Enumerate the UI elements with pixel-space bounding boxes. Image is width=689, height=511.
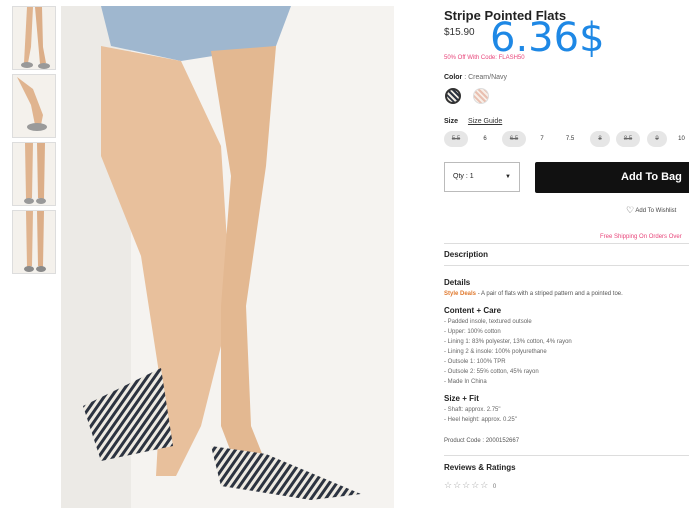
- thumbnail-1[interactable]: [12, 6, 56, 70]
- product-code: Product Code : 2000152667: [444, 438, 520, 444]
- color-label-row: Color : Cream/Navy: [444, 74, 508, 81]
- cream-navy-stripe-swatch[interactable]: [445, 88, 461, 104]
- list-item: - Upper: 100% cotton: [444, 329, 501, 335]
- star-icons: ☆☆☆☆☆: [444, 480, 490, 490]
- thumbnail-4[interactable]: [12, 210, 56, 274]
- cream-pink-stripe-swatch[interactable]: [473, 88, 489, 104]
- size-option[interactable]: 10: [674, 131, 689, 147]
- size-label-row: Size Size Guide: [444, 118, 502, 125]
- thumbnail-3[interactable]: [12, 142, 56, 206]
- description-heading[interactable]: Description: [444, 250, 488, 259]
- size-option[interactable]: 6: [474, 131, 496, 147]
- promo-text: 50% Off With Code: FLASH50: [444, 55, 525, 61]
- chevron-down-icon: ▼: [505, 174, 511, 180]
- shipping-note: Free Shipping On Orders Over: [600, 234, 682, 240]
- list-item: - Lining 2 & insole: 100% polyurethane: [444, 349, 547, 355]
- heart-icon: ♡: [626, 205, 635, 215]
- thumbnail-strip: [12, 6, 56, 278]
- product-price: $15.90: [444, 27, 475, 38]
- style-deals-label[interactable]: Style Deals: [444, 291, 476, 297]
- content-care-list: - Padded insole, textured outsole - Uppe…: [444, 317, 572, 387]
- divider: [444, 455, 689, 456]
- rating-stars[interactable]: ☆☆☆☆☆ 0: [444, 480, 497, 491]
- size-label: Size: [444, 118, 459, 125]
- list-item: - Heel height: approx. 0.25": [444, 417, 517, 423]
- list-item: - Made In China: [444, 379, 487, 385]
- size-option[interactable]: 5.5: [444, 131, 468, 147]
- details-text-row: Style Deals - A pair of flats with a str…: [444, 289, 623, 299]
- details-heading: Details: [444, 278, 471, 287]
- divider: [444, 243, 689, 244]
- list-item: - Outsole 2: 55% cotton, 45% rayon: [444, 369, 539, 375]
- size-option[interactable]: 7: [532, 131, 552, 147]
- product-info-panel: Stripe Pointed Flats $15.90 50% Off With…: [444, 0, 689, 511]
- size-option[interactable]: 7.5: [558, 131, 582, 147]
- size-option[interactable]: 8: [590, 131, 610, 147]
- wishlist-link[interactable]: ♡ Add To Wishlist: [626, 205, 676, 216]
- thumbnail-2[interactable]: [12, 74, 56, 138]
- size-option[interactable]: 8.5: [616, 131, 640, 147]
- quantity-select[interactable]: Qty : 1 ▼: [444, 162, 520, 192]
- wishlist-label: Add To Wishlist: [635, 208, 677, 214]
- product-title: Stripe Pointed Flats: [444, 8, 567, 23]
- reviews-heading[interactable]: Reviews & Ratings: [444, 463, 516, 472]
- quantity-value: Qty : 1: [453, 173, 474, 180]
- list-item: - Outsole 1: 100% TPR: [444, 359, 506, 365]
- size-option[interactable]: 9: [647, 131, 667, 147]
- list-item: - Lining 1: 83% polyester, 13% cotton, 4…: [444, 339, 572, 345]
- size-guide-link[interactable]: Size Guide: [468, 118, 502, 125]
- list-item: - Shaft: approx. 2.75": [444, 407, 501, 413]
- color-value: Cream/Navy: [468, 74, 508, 81]
- color-label: Color: [444, 74, 463, 81]
- content-care-heading: Content + Care: [444, 306, 502, 315]
- divider: [444, 265, 689, 266]
- details-text: - A pair of flats with a striped pattern…: [476, 291, 623, 297]
- list-item: - Padded insole, textured outsole: [444, 319, 532, 325]
- main-product-image[interactable]: [61, 6, 394, 508]
- add-to-bag-button[interactable]: Add To Bag: [535, 162, 689, 193]
- size-fit-list: - Shaft: approx. 2.75" - Heel height: ap…: [444, 405, 517, 425]
- size-option[interactable]: 6.5: [502, 131, 526, 147]
- size-fit-heading: Size + Fit: [444, 394, 479, 403]
- review-count: 0: [492, 484, 498, 490]
